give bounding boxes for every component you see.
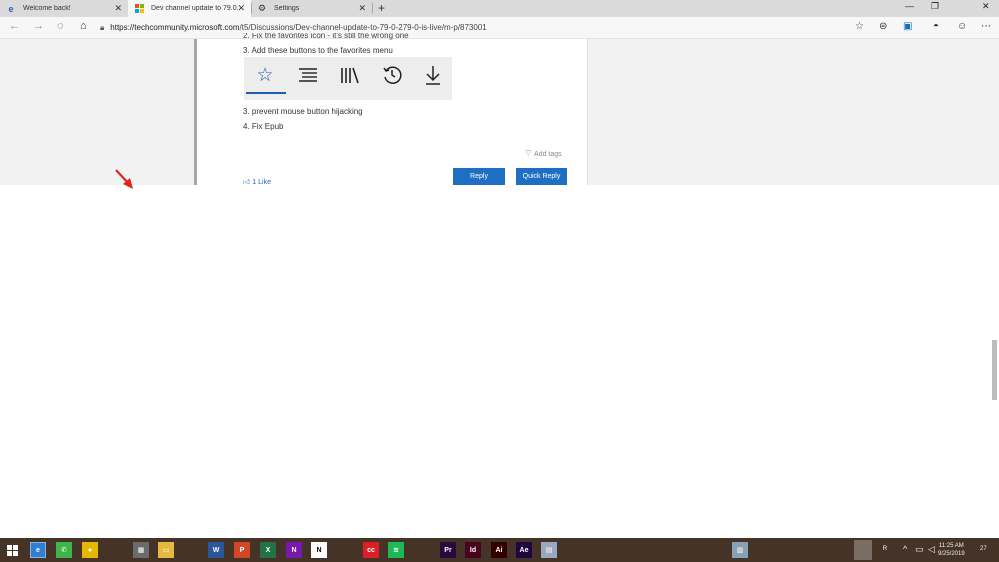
illustrator-icon[interactable]: Ai: [491, 542, 507, 558]
clock-date: 9/25/2019: [938, 551, 965, 557]
word-icon[interactable]: W: [208, 542, 224, 558]
onenote-icon[interactable]: N: [286, 542, 302, 558]
address-bar[interactable]: 🔒︎ https://techcommunity.microsoft.com /…: [100, 19, 870, 36]
post-item-epub: 4. Fix Epub: [243, 122, 284, 131]
quick-reply-button[interactable]: Quick Reply: [516, 168, 567, 185]
vertical-scrollbar[interactable]: [990, 185, 999, 538]
red-arrow-annotation: [115, 169, 133, 189]
history-icon: [377, 63, 407, 87]
edge-e-icon: e: [8, 3, 14, 14]
minimize-button[interactable]: —: [905, 1, 914, 11]
tab-welcome[interactable]: e Welcome back! ✕: [0, 0, 128, 17]
indesign-icon[interactable]: Id: [465, 542, 481, 558]
tab-strip: e Welcome back! ✕ Dev channel update to …: [0, 0, 999, 17]
tab-label: Welcome back!: [23, 5, 71, 12]
back-arrow-icon[interactable]: ←: [9, 20, 20, 32]
add-tags-link[interactable]: ⌔ Add tags: [524, 148, 562, 159]
close-icon[interactable]: ✕: [114, 3, 122, 14]
volume-icon[interactable]: ◁: [928, 544, 935, 555]
library-icon: [335, 63, 365, 87]
recycle-bin-icon[interactable]: ▥: [732, 542, 748, 558]
close-window-button[interactable]: ✕: [982, 1, 990, 12]
tab-divider: [372, 3, 373, 14]
close-icon[interactable]: ✕: [358, 3, 366, 14]
like-count: 1 Like: [252, 179, 271, 186]
microsoft-logo-icon: [134, 4, 144, 14]
scrollbar-thumb[interactable]: [992, 340, 997, 400]
network-icon[interactable]: ▭: [915, 544, 924, 555]
gear-icon: ⚙: [257, 3, 267, 13]
edge-icon[interactable]: e: [30, 542, 46, 558]
favorites-icon-bar: ☆: [244, 57, 452, 100]
chrome-icon[interactable]: ●: [82, 542, 98, 558]
new-tab-button[interactable]: +: [378, 1, 385, 15]
chevron-up-icon[interactable]: ^: [903, 544, 907, 554]
creative-cloud-icon[interactable]: cc: [363, 542, 379, 558]
more-menu-icon[interactable]: ⋯: [981, 21, 991, 32]
download-icon: [418, 63, 448, 87]
notepad-icon[interactable]: ▤: [541, 542, 557, 558]
tab-label: Settings: [274, 5, 300, 12]
url-host: https://techcommunity.microsoft.com: [110, 23, 240, 32]
close-icon[interactable]: ✕: [237, 3, 245, 14]
home-icon[interactable]: ⌂: [80, 20, 87, 32]
post-item-add-buttons: 3. Add these buttons to the favorites me…: [243, 46, 393, 55]
taskbar: e ✆ ● ▦ ▭ W P X N Ncc ≋ Pr Id Ai Ae ▤ ▥ ᴿ ^ ▭ ◁ 11:25 AM…: [0, 538, 999, 562]
people-icon[interactable]: ᴿ: [883, 544, 887, 554]
tab-settings[interactable]: ⚙ Settings ✕: [251, 0, 372, 17]
browser-toolbar: ← → ◌ ⌂ 🔒︎ https://techcommunity.microso…: [0, 17, 999, 39]
tab-label: Dev channel update to 79.0.279: [151, 5, 239, 12]
post-item-mouse: 3. prevent mouse button hijacking: [243, 107, 363, 116]
spotify-icon[interactable]: ≋: [388, 542, 404, 558]
show-desktop-icon[interactable]: [854, 540, 872, 560]
after-effects-icon[interactable]: Ae: [516, 542, 532, 558]
url-path: /t5/Discussions/Dev-channel-update-to-79…: [239, 23, 487, 32]
maximize-button[interactable]: ❐: [931, 1, 939, 12]
notion-icon[interactable]: N: [311, 542, 327, 558]
tab-divider: [251, 3, 252, 14]
notification-center-icon[interactable]: 27: [980, 546, 987, 552]
file-explorer-icon[interactable]: ▭: [158, 542, 174, 558]
thumbs-up-icon: 👍︎: [243, 179, 251, 186]
selected-indicator: [246, 92, 286, 94]
whatsapp-icon[interactable]: ✆: [56, 542, 72, 558]
forward-arrow-icon[interactable]: →: [33, 20, 44, 32]
extension-icon[interactable]: ◓: [933, 21, 939, 32]
tab-dev-channel[interactable]: Dev channel update to 79.0.279 ✕: [128, 0, 251, 17]
premiere-icon[interactable]: Pr: [440, 542, 456, 558]
tag-icon: ⌔: [524, 148, 533, 158]
excel-icon[interactable]: X: [260, 542, 276, 558]
pocket-icon[interactable]: ⊜: [879, 21, 887, 32]
favorite-star-icon[interactable]: ☆: [855, 21, 864, 32]
system-clock[interactable]: 11:25 AM 9/25/2019: [938, 542, 965, 558]
reading-list-icon: [293, 63, 323, 87]
windows-start-icon[interactable]: [4, 542, 20, 558]
calculator-icon[interactable]: ▦: [133, 542, 149, 558]
clock-time: 11:25 AM: [938, 543, 964, 549]
post-line-cut: 2. Fix the favorites icon - it's still t…: [243, 33, 409, 40]
notification-count: 27: [980, 546, 987, 552]
reply-button[interactable]: Reply: [453, 168, 505, 185]
star-icon: ☆: [256, 64, 274, 86]
lock-icon: 🔒︎: [100, 22, 105, 32]
emoji-feedback-icon[interactable]: ☺: [957, 21, 967, 32]
powerpoint-icon[interactable]: P: [234, 542, 250, 558]
collections-icon[interactable]: ▣: [903, 21, 912, 32]
loading-icon[interactable]: ◌: [57, 20, 64, 32]
add-tags-label: Add tags: [534, 151, 562, 158]
like-button[interactable]: 👍︎ 1 Like: [243, 177, 271, 186]
